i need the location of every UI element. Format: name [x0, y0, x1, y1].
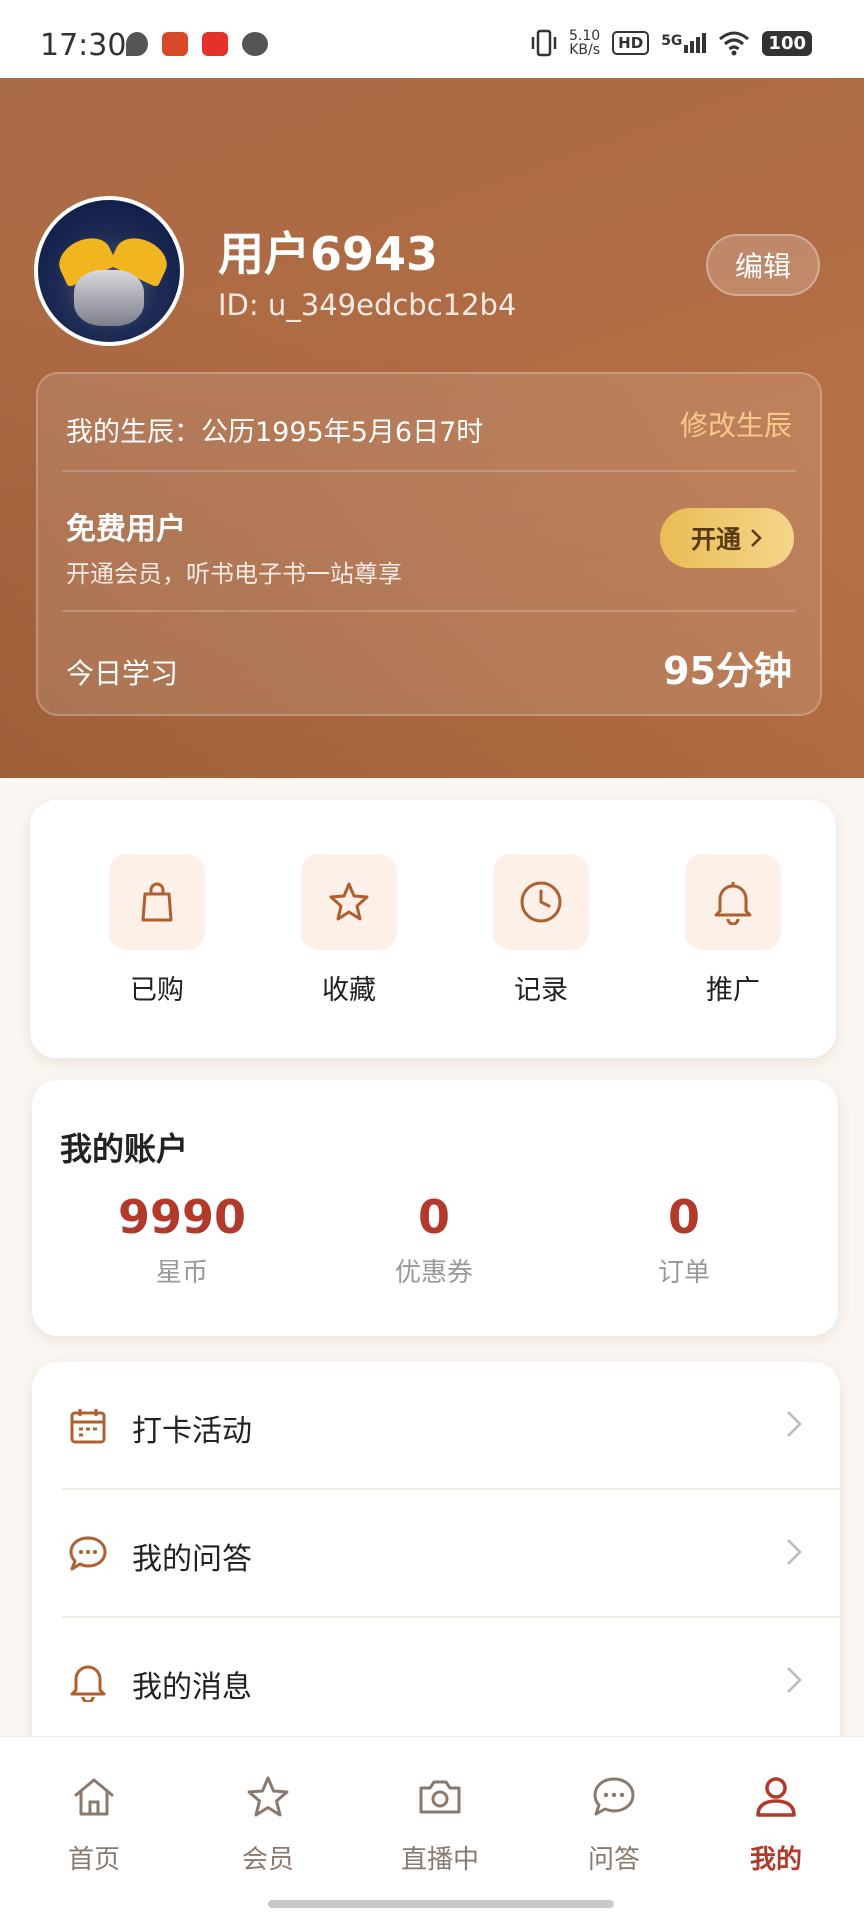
- tab-label: 会员: [241, 1845, 294, 1875]
- quick-action-label: 记录: [514, 975, 568, 1006]
- wifi-icon: [719, 31, 750, 56]
- hd-badge: HD: [612, 31, 650, 55]
- chevron-right-icon: [751, 529, 762, 547]
- camera-icon: [419, 1780, 461, 1814]
- status-bar: 17:30 5.10 KB/s HD 5G 100: [0, 0, 864, 80]
- bottom-tab-bar: 首页 会员 直播中 问答 我的: [0, 1736, 864, 1912]
- account-value: 0: [417, 1190, 450, 1244]
- account-label: 订单: [657, 1258, 710, 1288]
- chat-bubble-icon: [593, 1777, 635, 1816]
- edit-birth-link[interactable]: 修改生辰: [680, 404, 792, 444]
- network-type: 5G: [661, 33, 683, 49]
- account-value: 9990: [117, 1190, 247, 1244]
- net-speed-unit: KB/s: [569, 42, 600, 58]
- study-duration: 95分钟: [663, 649, 792, 693]
- wechat-icon: [242, 32, 268, 56]
- account-orders[interactable]: 0 订单: [564, 1190, 804, 1289]
- notification-icons: [126, 32, 268, 56]
- tab-label: 问答: [587, 1845, 640, 1875]
- tab-mine[interactable]: 我的: [706, 1773, 846, 1876]
- account-card: 我的账户 9990 星币 0 优惠券 0 订单: [32, 1080, 838, 1336]
- vibrate-icon: [531, 29, 557, 57]
- quick-action-label: 收藏: [322, 975, 376, 1006]
- avatar-disc: [74, 270, 144, 326]
- birth-info: 我的生辰：公历1995年5月6日7时: [66, 417, 484, 448]
- menu-item-label: 我的消息: [132, 1670, 252, 1705]
- news-app-icon: [202, 32, 228, 56]
- quick-action-history[interactable]: 记录: [476, 854, 606, 1007]
- home-icon: [74, 1778, 114, 1816]
- calendar-icon: [70, 1409, 106, 1444]
- account-coupons[interactable]: 0 优惠券: [314, 1190, 554, 1289]
- avatar[interactable]: [34, 196, 184, 346]
- edit-profile-button[interactable]: 编辑: [706, 234, 820, 296]
- tab-live[interactable]: 直播中: [370, 1773, 510, 1876]
- divider: [62, 610, 796, 612]
- status-right: 5.10 KB/s HD 5G 100: [531, 28, 812, 58]
- quick-action-purchased[interactable]: 已购: [92, 854, 222, 1007]
- account-value: 0: [667, 1190, 700, 1244]
- menu-item-my-qa[interactable]: 我的问答: [32, 1490, 840, 1618]
- menu-list: 打卡活动 我的问答 我的消息: [32, 1362, 840, 1762]
- quick-action-label: 已购: [130, 975, 184, 1006]
- tab-label: 直播中: [400, 1845, 479, 1875]
- member-subtitle: 开通会员，听书电子书一站尊享: [66, 560, 402, 588]
- bell-icon: [685, 854, 781, 950]
- home-indicator: [268, 1900, 614, 1908]
- chevron-right-icon: [787, 1411, 802, 1437]
- account-label: 优惠券: [394, 1258, 473, 1288]
- account-star-coins[interactable]: 9990 星币: [62, 1190, 302, 1289]
- signal-icon: 5G: [661, 33, 707, 53]
- clock-icon: [493, 854, 589, 950]
- shopping-bag-icon: [109, 854, 205, 950]
- menu-item-messages[interactable]: 我的消息: [32, 1618, 840, 1746]
- study-label: 今日学习: [66, 657, 179, 690]
- net-speed-value: 5.10: [569, 28, 601, 44]
- tab-home[interactable]: 首页: [24, 1773, 164, 1876]
- chevron-right-icon: [787, 1667, 802, 1693]
- battery-indicator: 100: [762, 30, 812, 56]
- profile-page: 17:30 5.10 KB/s HD 5G 100 用户6943 ID: u_3…: [0, 0, 864, 1912]
- menu-item-checkin[interactable]: 打卡活动: [32, 1362, 840, 1490]
- menu-item-label: 打卡活动: [132, 1414, 252, 1449]
- tab-qa[interactable]: 问答: [544, 1773, 684, 1876]
- open-membership-label: 开通: [690, 525, 741, 554]
- net-speed: 5.10 KB/s: [569, 29, 600, 57]
- location-icon: [126, 32, 148, 56]
- quick-actions-card: 已购 收藏 记录 推广: [30, 800, 836, 1058]
- chevron-right-icon: [787, 1539, 802, 1565]
- account-title: 我的账户: [60, 1130, 189, 1168]
- gift-icon: [162, 32, 188, 56]
- star-icon: [301, 854, 397, 950]
- tab-label: 首页: [67, 1845, 120, 1875]
- tab-membership[interactable]: 会员: [198, 1773, 338, 1876]
- bell-icon: [70, 1665, 106, 1702]
- user-id: ID: u_349edcbc12b4: [218, 288, 517, 322]
- user-icon: [756, 1777, 796, 1817]
- open-membership-button[interactable]: 开通: [660, 508, 794, 568]
- member-status: 免费用户: [66, 512, 186, 547]
- quick-action-promote[interactable]: 推广: [668, 854, 798, 1007]
- username: 用户6943: [218, 227, 439, 281]
- star-icon: [247, 1776, 289, 1817]
- chat-bubble-icon: [69, 1536, 107, 1571]
- info-card: 我的生辰：公历1995年5月6日7时 修改生辰 免费用户 开通会员，听书电子书一…: [36, 372, 822, 716]
- menu-item-label: 我的问答: [132, 1542, 252, 1577]
- status-time: 17:30: [40, 28, 127, 63]
- quick-action-favorites[interactable]: 收藏: [284, 854, 414, 1007]
- account-label: 星币: [155, 1258, 208, 1288]
- tab-label: 我的: [749, 1845, 802, 1875]
- divider: [62, 470, 796, 472]
- quick-action-label: 推广: [706, 975, 760, 1006]
